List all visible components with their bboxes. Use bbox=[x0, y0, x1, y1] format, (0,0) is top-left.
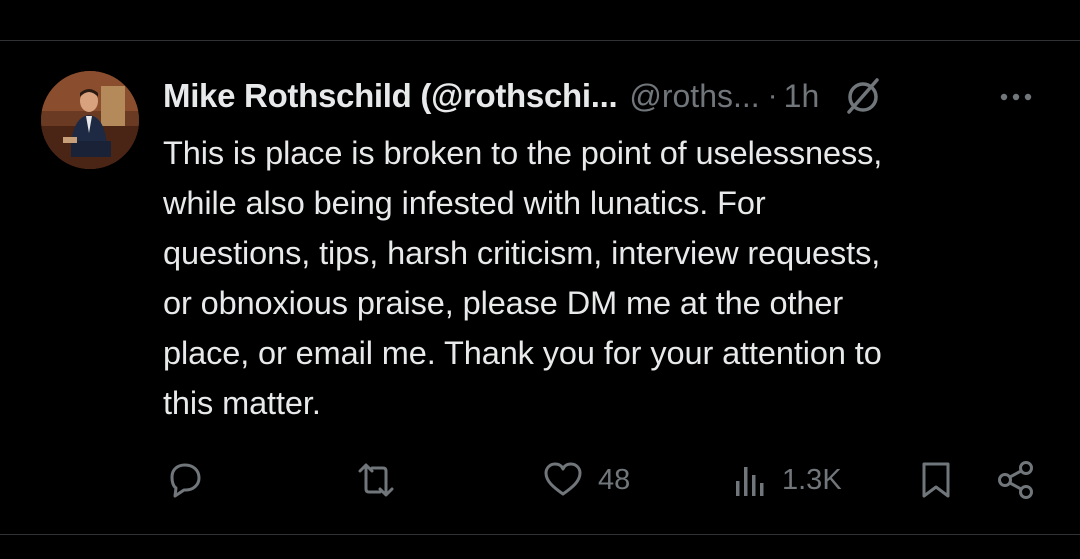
reply-button[interactable] bbox=[164, 458, 206, 502]
tweet-timestamp[interactable]: 1h bbox=[784, 78, 820, 115]
avatar-image bbox=[41, 71, 139, 169]
author-display-name[interactable]: Mike Rothschild (@rothschi... bbox=[163, 77, 618, 115]
retweet-button[interactable] bbox=[354, 458, 398, 502]
tweet-header: Mike Rothschild (@rothschi... @roths... … bbox=[163, 76, 1063, 116]
heart-icon bbox=[542, 460, 584, 500]
retweet-icon bbox=[354, 459, 398, 501]
previous-tweet-icons bbox=[0, 0, 1080, 8]
author-handle[interactable]: @roths... bbox=[629, 78, 759, 115]
views-button[interactable]: 1.3K bbox=[734, 458, 842, 502]
more-options-icon[interactable] bbox=[998, 82, 1034, 112]
header-separator: · bbox=[767, 79, 778, 112]
share-icon bbox=[996, 459, 1036, 501]
bookmark-icon bbox=[918, 459, 954, 501]
avatar[interactable] bbox=[41, 71, 139, 169]
views-count: 1.3K bbox=[782, 463, 842, 496]
bookmark-button[interactable] bbox=[918, 458, 954, 502]
tweet-text: This is place is broken to the point of … bbox=[163, 135, 883, 421]
previous-tweet-actions bbox=[0, 0, 1080, 8]
like-count: 48 bbox=[598, 463, 631, 496]
views-icon bbox=[734, 461, 768, 499]
like-button[interactable]: 48 bbox=[542, 458, 630, 502]
share-button[interactable] bbox=[996, 458, 1036, 502]
tweet-divider-top bbox=[0, 40, 1080, 41]
reply-icon bbox=[164, 459, 206, 501]
slashed-circle-icon bbox=[843, 76, 883, 116]
tweet-divider-bottom bbox=[0, 534, 1080, 535]
